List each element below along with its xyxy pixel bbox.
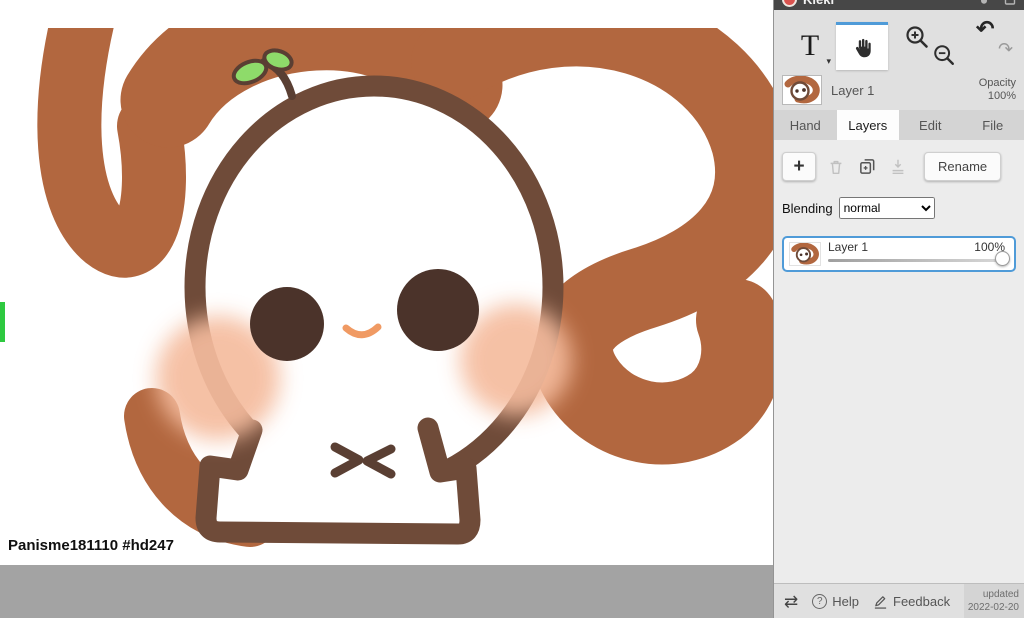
watermark: Panisme181110 #hd247	[8, 537, 174, 554]
rename-layer-button[interactable]: Rename	[924, 152, 1002, 181]
active-layer-preview: Layer 1 Opacity 100%	[774, 70, 1024, 110]
tab-file[interactable]: File	[962, 110, 1024, 140]
active-layer-opacity: Opacity 100%	[978, 76, 1016, 102]
eyedropper-icon[interactable]	[978, 0, 990, 5]
zoom-out-icon[interactable]	[932, 43, 956, 67]
canvas-edge-mark	[0, 302, 5, 342]
feedback-button[interactable]: Feedback	[873, 594, 950, 609]
tab-layers[interactable]: Layers	[836, 110, 899, 140]
add-layer-button[interactable]: +	[782, 152, 816, 181]
layers-panel: + Rename Blending normal Layer 1 100%	[774, 140, 1024, 583]
panel-tabs: Hand Layers Edit File	[774, 110, 1024, 140]
merge-layer-icon[interactable]	[887, 156, 909, 178]
blending-select[interactable]: normal	[838, 197, 935, 219]
app-title: Kleki	[803, 0, 834, 7]
delete-layer-icon[interactable]	[825, 156, 847, 178]
help-icon: ?	[812, 593, 828, 609]
tool-row: T ▾ ↶ ↷	[774, 10, 1024, 70]
layer-list-item[interactable]: Layer 1 100%	[782, 236, 1016, 272]
pencil-icon	[874, 595, 887, 609]
redo-icon[interactable]: ↷	[998, 40, 1013, 58]
help-button[interactable]: ? Help	[812, 593, 859, 609]
canvas-artwork: Panisme181110 #hd247	[0, 28, 773, 554]
canvas-outside-margin	[0, 565, 773, 618]
active-layer-name: Layer 1	[831, 82, 875, 98]
help-label: Help	[832, 593, 859, 609]
text-tool-button[interactable]: T ▾	[784, 22, 836, 70]
tab-edit[interactable]: Edit	[899, 110, 962, 140]
layer-actions-row: + Rename	[782, 152, 1016, 181]
left-eye	[250, 287, 324, 361]
hand-icon	[855, 38, 871, 57]
updated-info: updated 2022-02-20	[964, 584, 1024, 618]
text-tool-glyph: T	[800, 29, 820, 62]
undo-icon[interactable]: ↶	[976, 18, 994, 40]
hand-tool-button[interactable]	[836, 22, 888, 70]
share-icon[interactable]	[1004, 0, 1016, 5]
right-panel: Kleki T ▾	[773, 0, 1024, 618]
duplicate-layer-icon[interactable]	[856, 156, 878, 178]
right-eye	[397, 269, 479, 351]
swap-icon[interactable]: ⇄	[784, 593, 798, 610]
drawing-canvas[interactable]: Panisme181110 #hd247	[0, 0, 773, 565]
blending-label: Blending	[782, 200, 833, 216]
chevron-down-icon: ▾	[826, 56, 831, 66]
layer-opacity-slider-knob[interactable]	[995, 251, 1010, 266]
blending-row: Blending normal	[782, 197, 1016, 219]
kleki-app: Panisme181110 #hd247 Kleki T ▾	[0, 0, 1024, 618]
zoom-in-icon[interactable]	[904, 24, 930, 50]
layer-opacity-slider[interactable]	[828, 259, 998, 262]
panel-footer: ⇄ ? Help Feedback updated 2022-02-20	[774, 583, 1024, 618]
layer-name: Layer 1	[828, 240, 869, 254]
layer-thumbnail	[789, 242, 821, 266]
feedback-label: Feedback	[893, 593, 951, 609]
tab-hand[interactable]: Hand	[774, 110, 837, 140]
kleki-logo-icon[interactable]	[782, 0, 797, 7]
layer-thumbnail	[782, 75, 822, 105]
top-menu-bar: Kleki	[774, 0, 1024, 10]
